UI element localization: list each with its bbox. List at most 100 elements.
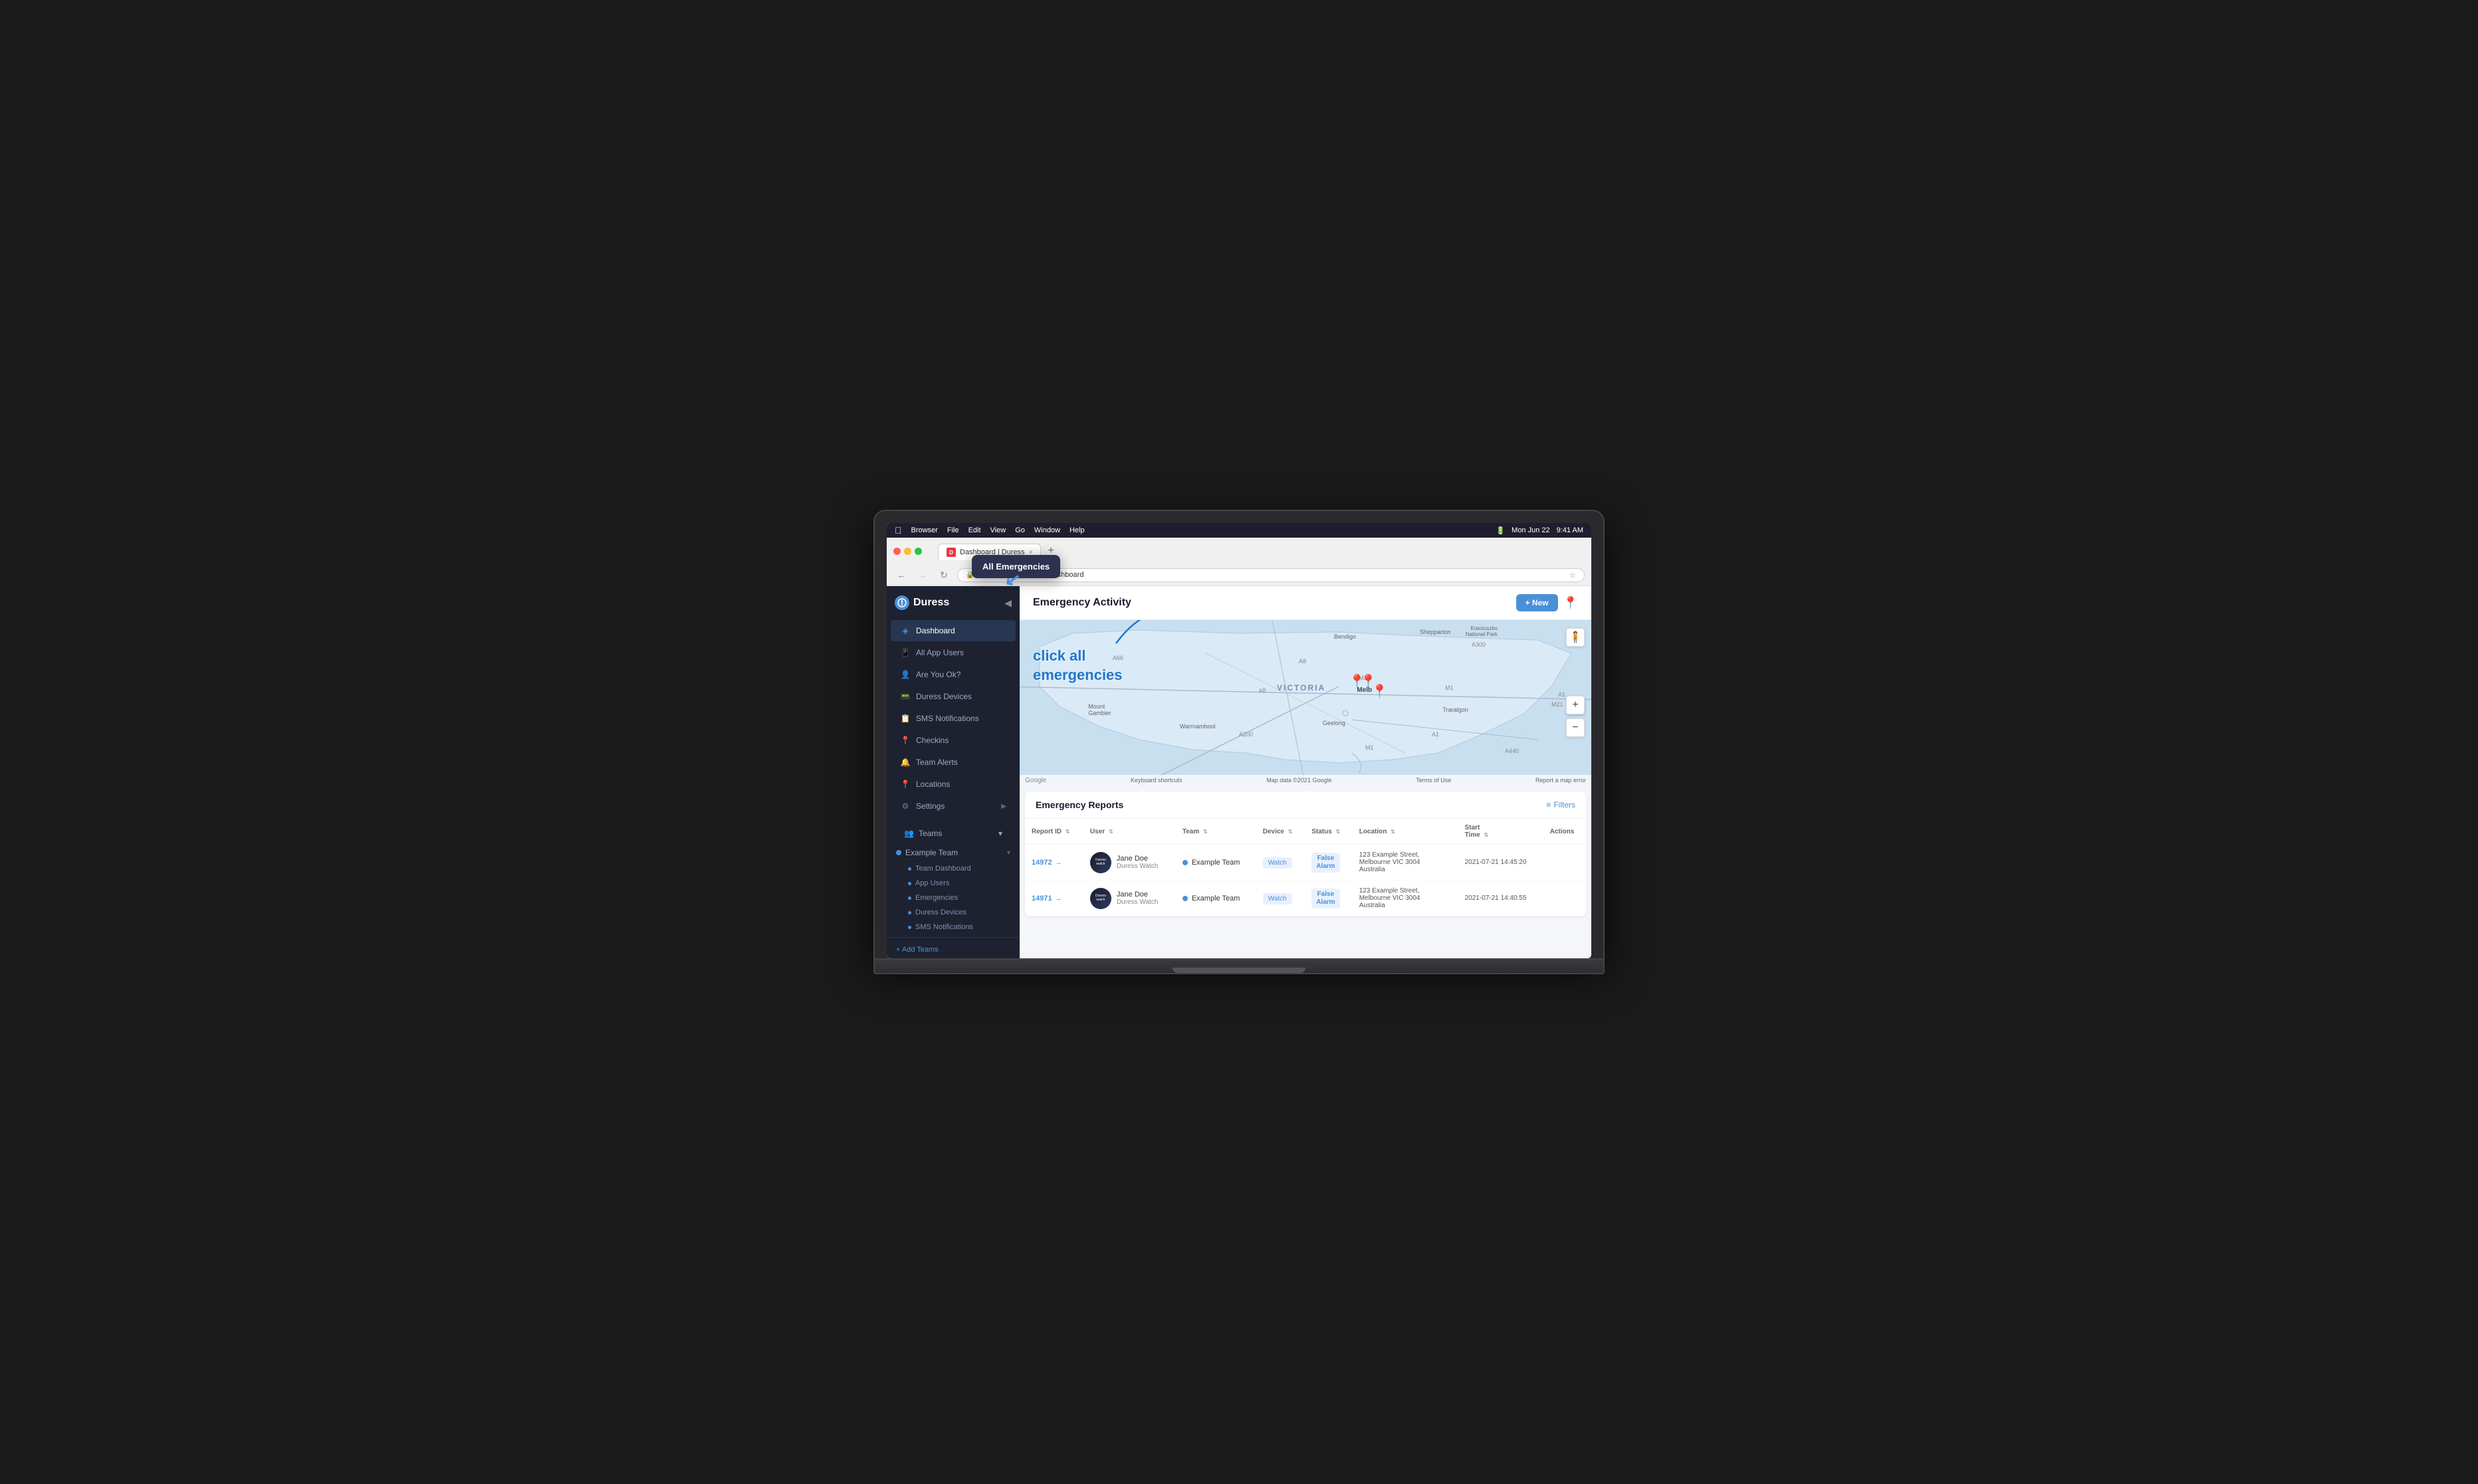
- minimize-window-button[interactable]: [904, 548, 911, 555]
- team-emergencies-item[interactable]: Emergencies: [899, 891, 1016, 905]
- table-row: 14971 → Duresswatch: [1025, 881, 1586, 916]
- teams-section: 👥 Teams ▾ Example Team ▾: [887, 820, 1020, 937]
- tab-favicon: D: [947, 548, 956, 557]
- report-id-link-14971[interactable]: 14971 →: [1032, 895, 1077, 902]
- reports-table: Report ID ⇅ User ⇅ Team: [1025, 819, 1586, 916]
- bookmark-icon[interactable]: ☆: [1569, 571, 1576, 580]
- sort-icon[interactable]: ⇅: [1109, 829, 1113, 835]
- sidebar-label-checkins: Checkins: [916, 736, 949, 745]
- location-cell: 123 Example Street, Melbourne VIC 3004 A…: [1353, 881, 1458, 916]
- bullet-icon: [908, 926, 911, 929]
- team-cell: Example Team: [1176, 845, 1256, 881]
- sidebar-item-duress-devices[interactable]: 📟 Duress Devices: [891, 686, 1016, 707]
- menu-view[interactable]: View: [990, 526, 1006, 534]
- device-badge[interactable]: Watch: [1263, 893, 1292, 904]
- menu-window[interactable]: Window: [1034, 526, 1060, 534]
- terms-of-use[interactable]: Terms of Use: [1416, 777, 1451, 784]
- team-duress-devices-label: Duress Devices: [915, 908, 966, 916]
- sort-icon[interactable]: ⇅: [1203, 829, 1208, 835]
- team-name: Example Team: [1192, 859, 1240, 867]
- map-pin-3: 📍: [1371, 683, 1388, 700]
- checkins-icon: 📍: [900, 735, 911, 746]
- header-actions: + New 📍: [1516, 594, 1578, 611]
- sidebar-item-locations[interactable]: 📍 Locations: [891, 774, 1016, 795]
- teams-section-header[interactable]: 👥 Teams ▾: [895, 823, 1012, 843]
- team-duress-devices-item[interactable]: Duress Devices: [899, 905, 1016, 920]
- sidebar-item-all-app-users[interactable]: 📱 All App Users: [891, 642, 1016, 663]
- sidebar: Duress ◀ ◈ Dashboard 📱 All App Users: [887, 586, 1020, 958]
- traffic-lights: [893, 548, 922, 555]
- sort-icon[interactable]: ⇅: [1391, 829, 1395, 835]
- start-time-cell: 2021-07-21 14:40:55: [1458, 881, 1543, 916]
- zoom-in-button[interactable]: +: [1566, 696, 1585, 714]
- sidebar-item-sms-notifications[interactable]: 📋 SMS Notifications: [891, 708, 1016, 729]
- sidebar-footer: + Add Teams View All Teams: [887, 937, 1020, 958]
- user-cell: Duresswatch Jane Doe Duress Watch: [1083, 881, 1176, 916]
- new-button[interactable]: + New: [1516, 594, 1558, 611]
- all-app-users-icon: 📱: [900, 647, 911, 658]
- duress-logo-icon: [895, 595, 909, 610]
- duress-devices-icon: 📟: [900, 691, 911, 702]
- sidebar-item-dashboard[interactable]: ◈ Dashboard: [891, 620, 1016, 641]
- close-window-button[interactable]: [893, 548, 901, 555]
- menu-edit[interactable]: Edit: [968, 526, 981, 534]
- emergency-reports-section: Emergency Reports ≡ Filters Report ID: [1025, 792, 1586, 916]
- team-sms-notifications-label: SMS Notifications: [915, 923, 973, 931]
- team-app-users-item[interactable]: App Users: [899, 876, 1016, 891]
- reports-header: Emergency Reports ≡ Filters: [1025, 792, 1586, 819]
- forward-button[interactable]: →: [915, 567, 931, 583]
- map-container[interactable]: A8 A66 A8 A300 M39 M1 M1 A440 A200 A1 A1: [1020, 620, 1591, 786]
- report-id-link-14972[interactable]: 14972 →: [1032, 859, 1077, 867]
- sort-icon[interactable]: ⇅: [1288, 829, 1293, 835]
- menu-browser[interactable]: Browser: [911, 526, 938, 534]
- user-avatar: Duresswatch: [1090, 852, 1111, 873]
- laptop-base: [873, 960, 1605, 974]
- svg-text:M1: M1: [1365, 744, 1374, 751]
- map-label-mount-gambier: MountGambier: [1088, 703, 1111, 716]
- system-battery: 🔋: [1496, 526, 1505, 535]
- team-dashboard-item[interactable]: Team Dashboard: [899, 861, 1016, 876]
- status-badge: FalseAlarm: [1311, 889, 1339, 908]
- settings-icon: ⚙: [900, 801, 911, 811]
- device-badge[interactable]: Watch: [1263, 857, 1292, 869]
- report-map-error[interactable]: Report a map error: [1535, 777, 1586, 784]
- maximize-window-button[interactable]: [915, 548, 922, 555]
- sms-notifications-icon: 📋: [900, 713, 911, 724]
- sidebar-collapse-button[interactable]: ◀: [1004, 597, 1012, 609]
- menu-go[interactable]: Go: [1015, 526, 1025, 534]
- sort-icon[interactable]: ⇅: [1484, 832, 1489, 838]
- svg-text:A8: A8: [1258, 687, 1267, 694]
- sidebar-item-team-alerts[interactable]: 🔔 Team Alerts: [891, 752, 1016, 773]
- user-device: Duress Watch: [1117, 863, 1158, 870]
- team-cell: Example Team: [1176, 881, 1256, 916]
- team-sms-notifications-item[interactable]: SMS Notifications: [899, 920, 1016, 934]
- map-label-victoria: VICTORIA: [1277, 683, 1325, 692]
- filters-button[interactable]: ≡ Filters: [1546, 800, 1575, 809]
- apple-menu[interactable]: : [895, 525, 902, 536]
- team-emergencies-label: Emergencies: [915, 894, 958, 902]
- street-view-icon[interactable]: 🧍: [1566, 628, 1585, 647]
- svg-text:A1: A1: [1558, 691, 1565, 698]
- location-button[interactable]: 📍: [1563, 596, 1578, 610]
- teams-expand-icon: ▾: [998, 829, 1002, 838]
- add-teams-button[interactable]: + Add Teams: [896, 943, 1010, 956]
- sidebar-item-settings[interactable]: ⚙ Settings ▶: [891, 795, 1016, 817]
- system-date: Mon Jun 22: [1512, 526, 1549, 534]
- sidebar-item-are-you-ok[interactable]: 👤 Are You Ok?: [891, 664, 1016, 685]
- menubar-left:  Browser File Edit View Go Window Help: [895, 525, 1085, 536]
- menu-file[interactable]: File: [947, 526, 959, 534]
- map-zoom-controls: + −: [1566, 696, 1585, 737]
- back-button[interactable]: ←: [893, 567, 909, 583]
- refresh-button[interactable]: ↻: [936, 567, 952, 583]
- zoom-out-button[interactable]: −: [1566, 718, 1585, 737]
- view-all-teams-link[interactable]: View All Teams: [896, 956, 1010, 958]
- menu-help[interactable]: Help: [1070, 526, 1085, 534]
- sort-icon[interactable]: ⇅: [1336, 829, 1341, 835]
- location-cell: 123 Example Street, Melbourne VIC 3004 A…: [1353, 845, 1458, 881]
- system-time: 9:41 AM: [1557, 526, 1583, 534]
- start-time: 2021-07-21 14:40:55: [1465, 895, 1537, 902]
- example-team-header[interactable]: Example Team ▾: [891, 844, 1016, 861]
- sidebar-item-checkins[interactable]: 📍 Checkins: [891, 730, 1016, 751]
- keyboard-shortcuts[interactable]: Keyboard shortcuts: [1131, 777, 1183, 784]
- sort-icon[interactable]: ⇅: [1066, 829, 1070, 835]
